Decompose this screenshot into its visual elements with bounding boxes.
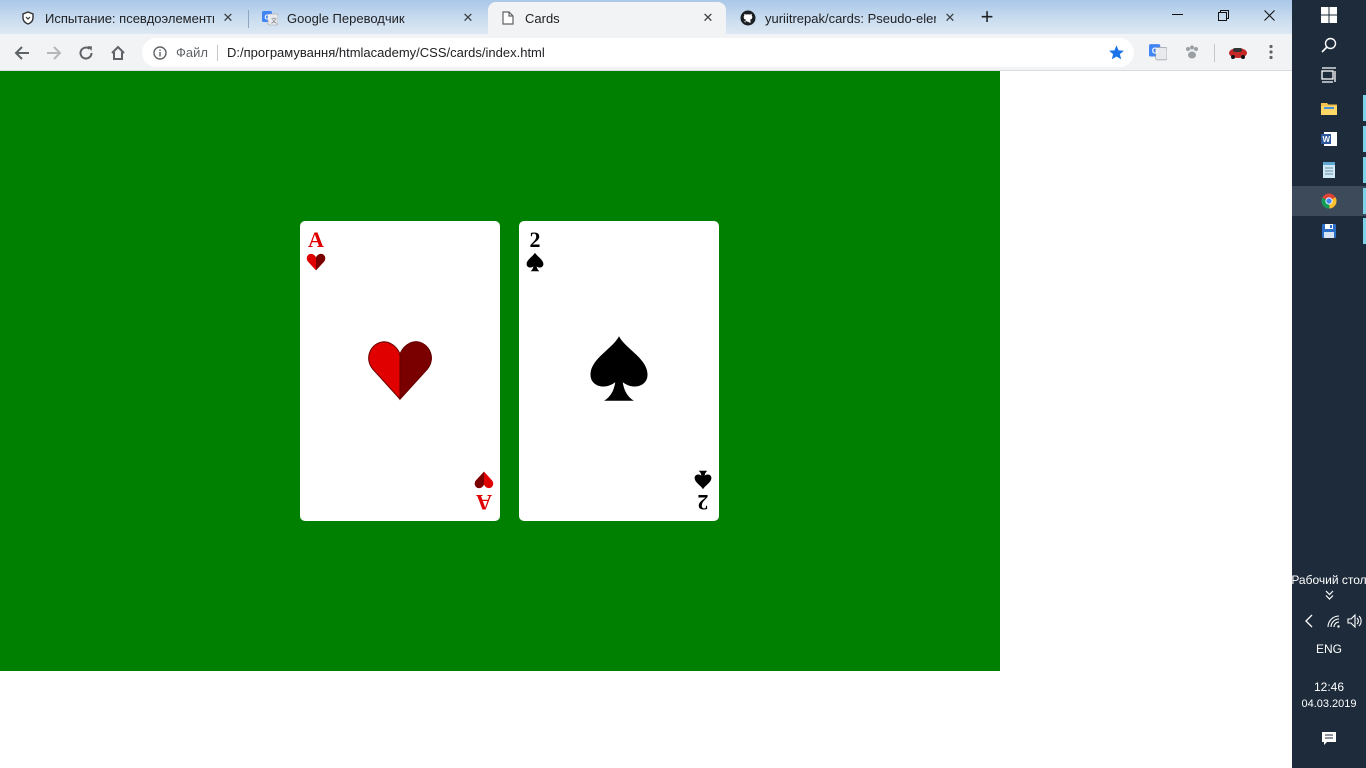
center-spade-icon xyxy=(588,334,650,409)
card-ace-of-hearts: A A xyxy=(300,221,500,521)
taskbar-file-explorer[interactable] xyxy=(1292,93,1366,123)
card-corner-bottom: 2 xyxy=(692,470,714,515)
car-icon xyxy=(1229,48,1247,59)
chevron-double-down-icon[interactable] xyxy=(1292,590,1366,604)
taskbar-word[interactable]: W xyxy=(1292,124,1366,154)
tab-google-translate[interactable]: G文 Google Переводчик ✕ xyxy=(250,2,486,34)
taskbar-save-app[interactable] xyxy=(1292,216,1366,246)
url-text[interactable]: D:/програмування/htmlacademy/CSS/cards/i… xyxy=(227,45,1106,60)
minimize-icon xyxy=(1171,14,1183,15)
menu-button[interactable] xyxy=(1260,41,1282,63)
heart-icon xyxy=(474,471,494,489)
home-icon xyxy=(111,45,125,60)
tab-title: Cards xyxy=(525,10,560,26)
heart-icon xyxy=(306,253,326,271)
taskbar-chrome[interactable] xyxy=(1292,186,1366,216)
close-icon[interactable]: ✕ xyxy=(220,10,236,26)
card-rank: A xyxy=(476,490,492,515)
close-window-button[interactable] xyxy=(1246,0,1292,30)
show-hidden-icons-button[interactable] xyxy=(1294,606,1324,636)
volume-icon[interactable] xyxy=(1346,606,1364,636)
close-icon[interactable]: ✕ xyxy=(700,10,716,26)
arrow-right-icon xyxy=(47,46,62,60)
new-tab-button[interactable]: + xyxy=(973,6,1001,30)
url-scheme-label: Файл xyxy=(176,45,208,60)
chevron-left-icon xyxy=(1305,614,1313,628)
card-corner-top: 2 xyxy=(524,227,546,272)
google-translate-extension-icon[interactable]: G xyxy=(1147,41,1169,63)
back-button[interactable] xyxy=(8,39,36,67)
card-table: A A 2 2 xyxy=(0,71,1000,671)
notepad-icon xyxy=(1323,162,1335,178)
svg-text:G: G xyxy=(1152,47,1158,56)
tab-separator xyxy=(248,10,249,28)
spade-icon xyxy=(694,470,712,490)
profile-avatar[interactable] xyxy=(1227,41,1249,63)
desktop-toolbar-label[interactable]: Рабочий стол xyxy=(1289,573,1366,587)
tab-pseudo-elements[interactable]: Испытание: псевдоэлементы — ✕ xyxy=(8,2,246,34)
spade-icon xyxy=(526,252,544,272)
card-rank: A xyxy=(308,227,324,252)
restore-button[interactable] xyxy=(1200,0,1246,30)
task-view-icon xyxy=(1321,67,1336,83)
shield-icon xyxy=(20,10,36,26)
star-icon[interactable] xyxy=(1106,43,1126,63)
divider xyxy=(216,44,218,61)
input-language-indicator[interactable]: ENG xyxy=(1292,642,1366,656)
tab-title: yuriitrepak/cards: Pseudo-elemen xyxy=(765,10,936,26)
forward-button[interactable] xyxy=(40,39,68,67)
windows-icon xyxy=(1321,7,1337,23)
tab-title: Испытание: псевдоэлементы — xyxy=(45,10,214,26)
taskbar-notepad[interactable] xyxy=(1292,155,1366,185)
svg-text:W: W xyxy=(1323,135,1331,144)
card-rank: 2 xyxy=(697,490,709,515)
close-icon xyxy=(1263,9,1275,21)
close-icon[interactable]: ✕ xyxy=(460,10,476,26)
browser-window: Испытание: псевдоэлементы — ✕ G文 Google … xyxy=(0,0,1292,768)
kebab-menu-icon xyxy=(1269,44,1273,60)
notification-icon xyxy=(1322,732,1336,745)
home-button[interactable] xyxy=(104,39,132,67)
action-center-button[interactable] xyxy=(1292,724,1366,754)
address-bar[interactable]: Файл D:/програмування/htmlacademy/CSS/ca… xyxy=(142,38,1134,67)
center-heart-icon xyxy=(366,337,434,406)
network-icon[interactable] xyxy=(1324,606,1344,636)
browser-toolbar: Файл D:/програмування/htmlacademy/CSS/ca… xyxy=(0,34,1292,71)
svg-text:G: G xyxy=(265,15,271,22)
github-icon xyxy=(740,10,756,26)
info-icon[interactable] xyxy=(152,45,168,61)
tab-strip: Испытание: псевдоэлементы — ✕ G文 Google … xyxy=(0,0,1292,34)
reload-icon xyxy=(79,46,93,60)
search-button[interactable] xyxy=(1292,30,1366,60)
tab-cards[interactable]: Cards ✕ xyxy=(488,2,726,34)
google-translate-icon: G文 xyxy=(262,10,278,26)
document-icon xyxy=(500,10,516,26)
svg-text:文: 文 xyxy=(271,17,277,25)
page-viewport: A A 2 2 xyxy=(0,71,1292,768)
close-icon[interactable]: ✕ xyxy=(942,10,958,26)
clock-date[interactable]: 04.03.2019 xyxy=(1292,698,1366,710)
minimize-button[interactable] xyxy=(1154,0,1200,30)
card-corner-bottom: A xyxy=(473,470,495,515)
card-corner-top: A xyxy=(305,227,327,272)
floppy-disk-icon xyxy=(1322,224,1336,238)
card-two-of-spades: 2 2 xyxy=(519,221,719,521)
tab-github[interactable]: yuriitrepak/cards: Pseudo-elemen ✕ xyxy=(728,2,968,34)
divider xyxy=(1214,44,1215,62)
tab-title: Google Переводчик xyxy=(287,10,405,26)
paw-extension-icon[interactable] xyxy=(1181,41,1203,63)
clock-time[interactable]: 12:46 xyxy=(1292,680,1366,694)
chrome-icon xyxy=(1321,193,1337,209)
folder-icon xyxy=(1321,103,1337,115)
task-view-button[interactable] xyxy=(1292,60,1366,90)
reload-button[interactable] xyxy=(72,39,100,67)
start-button[interactable] xyxy=(1292,0,1366,30)
card-rank: 2 xyxy=(529,227,541,252)
word-icon: W xyxy=(1321,132,1337,146)
restore-icon xyxy=(1217,9,1229,21)
windows-taskbar: W Рабочий стол ENG 12:46 04.03.2019 xyxy=(1289,0,1366,768)
search-icon xyxy=(1321,37,1337,53)
arrow-left-icon xyxy=(14,46,29,60)
